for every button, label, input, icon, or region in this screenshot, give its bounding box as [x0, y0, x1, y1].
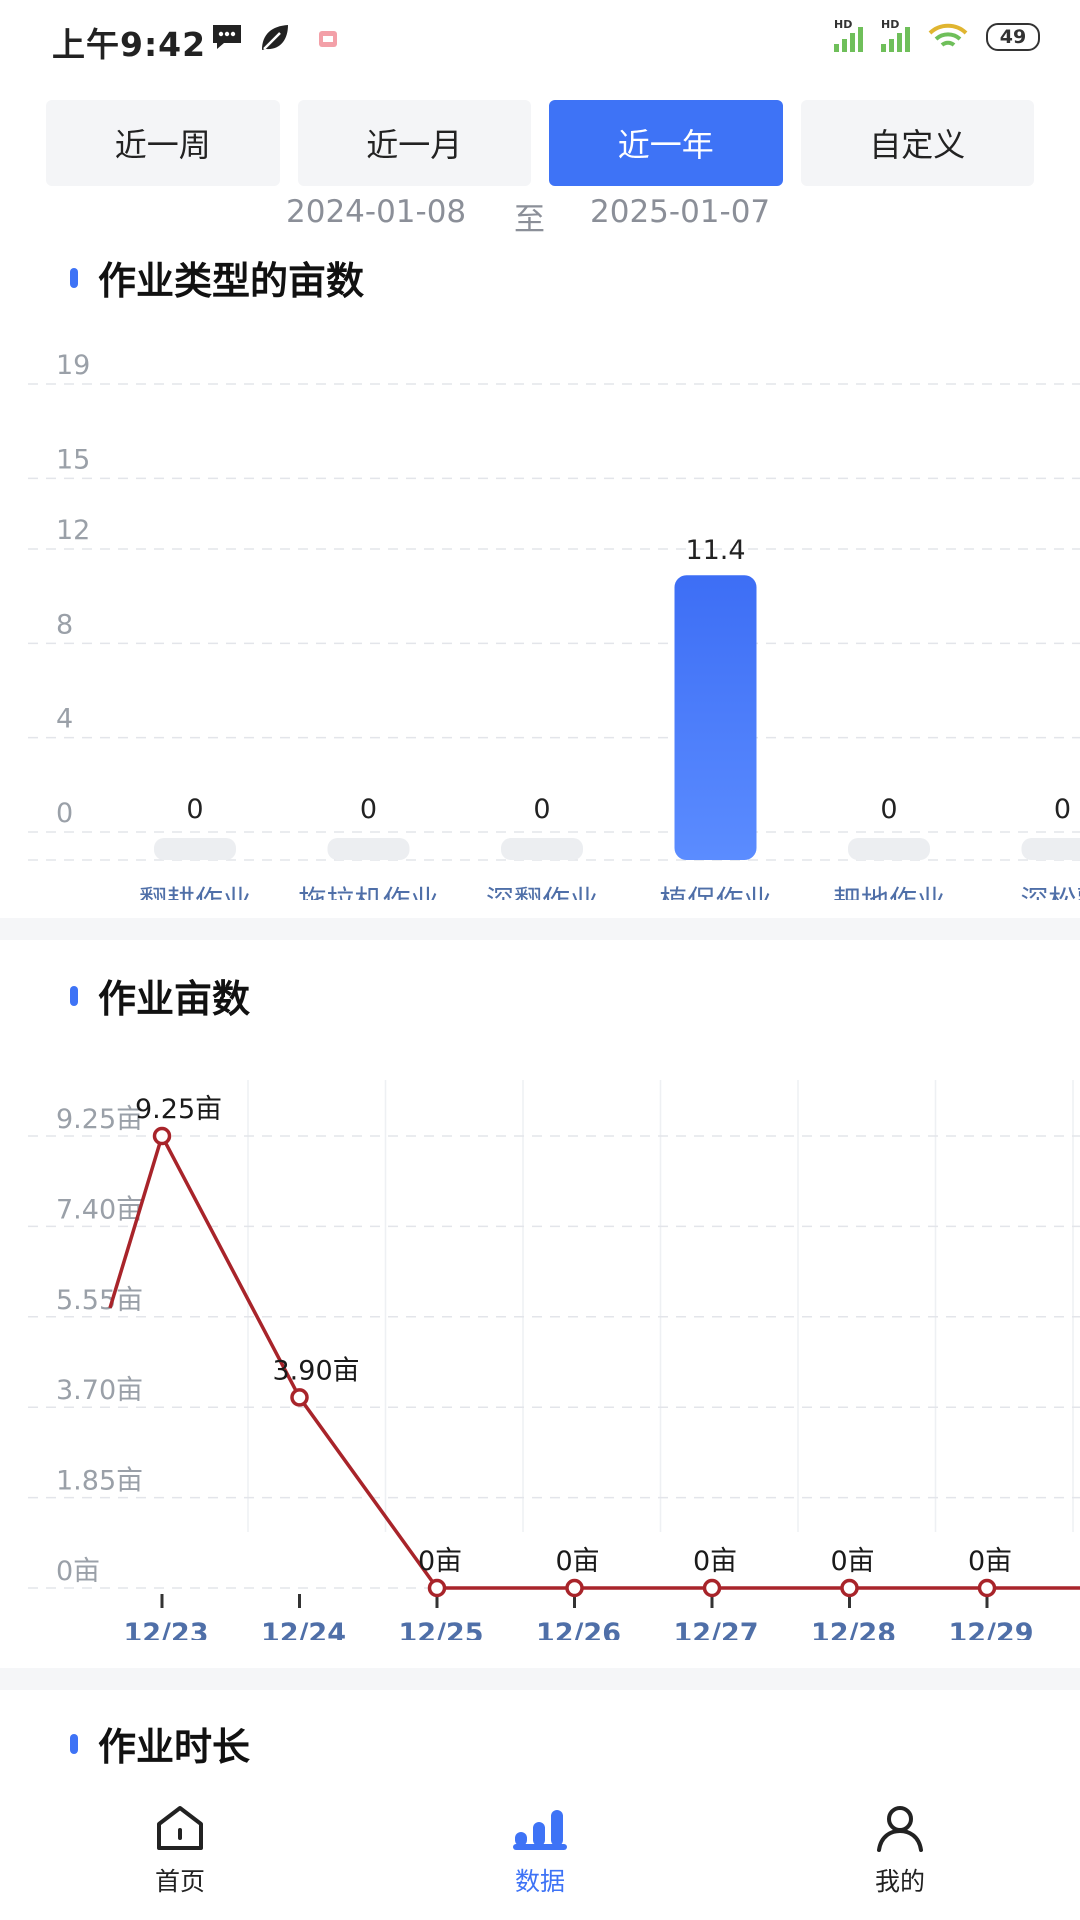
- bar-value-label: 0: [360, 794, 377, 825]
- data-point-label: 0亩: [831, 1546, 875, 1577]
- bar-placeholder: [327, 838, 410, 860]
- nav-mine-label: 我的: [874, 1867, 925, 1896]
- y-tick-label: 3.70亩: [56, 1375, 143, 1406]
- data-point: [840, 1578, 859, 1598]
- notification-icon: [319, 31, 337, 47]
- signal-icon-2: HD: [881, 18, 910, 52]
- bar-placeholder: [1021, 838, 1080, 860]
- x-tick-label: 12/25: [398, 1618, 483, 1640]
- nav-mine[interactable]: 我的: [820, 1804, 980, 1898]
- wifi-icon: [928, 23, 968, 47]
- bar-value-label: 0: [533, 794, 550, 825]
- home-icon: [157, 1806, 203, 1850]
- bar-placeholder: [848, 838, 930, 860]
- date-range-start[interactable]: 2024-01-08: [286, 194, 466, 230]
- date-range-end[interactable]: 2025-01-07: [590, 194, 770, 230]
- y-tick-label: 5.55亩: [56, 1285, 143, 1316]
- section-title-acreage-trend: 作业亩数: [72, 968, 250, 1023]
- line-chart: 0亩 1.85亩 3.70亩 5.55亩 7.40亩 9.25亩9.25亩 12/23 3.9…: [28, 1080, 1080, 1640]
- data-point-label: 3.90亩: [273, 1355, 360, 1386]
- x-tick-label: 12/23: [123, 1618, 208, 1640]
- x-tick-label: 12/28: [811, 1618, 896, 1640]
- y-tick-label: 4: [56, 704, 73, 735]
- data-point-label: 0亩: [968, 1546, 1012, 1577]
- x-category-label: 耙地作业: [833, 884, 945, 900]
- nav-home[interactable]: 首页: [100, 1804, 260, 1898]
- date-range-separator: 至: [514, 202, 545, 238]
- bar: [674, 575, 757, 860]
- x-category-label: 深松整: [1020, 884, 1080, 900]
- nav-data-label: 数据: [514, 1867, 565, 1896]
- bar-placeholder: [154, 838, 236, 860]
- x-category-label: 翻耕作业: [139, 884, 251, 900]
- data-point-label: 0亩: [556, 1546, 600, 1577]
- person-icon: [877, 1806, 923, 1852]
- nav-home-label: 首页: [154, 1867, 205, 1896]
- bar-value-label: 0: [880, 794, 897, 825]
- tab-month[interactable]: 近一月: [297, 100, 531, 186]
- leaf-icon: [262, 25, 288, 50]
- y-tick-label: 15: [56, 444, 90, 475]
- section-divider: [0, 918, 1080, 940]
- nav-data[interactable]: 数据: [460, 1804, 620, 1898]
- section-divider: [0, 1668, 1080, 1690]
- y-tick-label: 8: [56, 609, 73, 640]
- data-point-label: 9.25亩: [135, 1094, 222, 1125]
- x-tick-label: 12/29: [948, 1618, 1033, 1640]
- signal-icon-1: HD: [834, 18, 863, 52]
- data-point: [290, 1388, 309, 1407]
- y-tick-label: 0亩: [56, 1556, 100, 1587]
- x-tick-label: 12/27: [673, 1618, 758, 1640]
- y-tick-label: 1.85亩: [56, 1466, 143, 1497]
- y-tick-label: 12: [56, 515, 90, 546]
- x-category-label: 植保作业: [659, 884, 771, 900]
- bar-value-label: 11.4: [685, 535, 745, 566]
- x-category-label: 拖拉机作业: [298, 884, 438, 900]
- tab-week[interactable]: 近一周: [46, 100, 280, 186]
- bar-value-label: 0: [186, 794, 203, 825]
- bar-value-label: 0: [1054, 794, 1071, 825]
- x-tick-label: 12/26: [536, 1618, 621, 1640]
- data-point-label: 0亩: [418, 1546, 462, 1577]
- data-point-label: 0亩: [693, 1546, 737, 1577]
- data-point: [702, 1578, 722, 1598]
- section-title-acreage-by-type: 作业类型的亩数: [72, 250, 364, 305]
- bar-placeholder: [501, 838, 583, 860]
- x-category-label: 深翻作业: [486, 884, 598, 900]
- y-tick-label: 9.25亩: [56, 1104, 143, 1135]
- period-tabs: 近一周 近一月 近一年 自定义: [46, 100, 1034, 186]
- data-point: [152, 1126, 172, 1146]
- data-point: [977, 1578, 997, 1598]
- bar-chart-icon: [513, 1810, 567, 1850]
- y-tick-label: 19: [56, 350, 90, 381]
- data-point: [565, 1578, 584, 1598]
- bar-chart: 0 4 8 12 15 19 0 翻耕作业 0 拖拉机作业 0 深翻作业 11.4 植保作业 0 耙地作业 0 深…: [28, 350, 1080, 900]
- bottom-nav: 首页 数据 我的: [0, 1790, 1080, 1920]
- status-bar: 上午9:42 HD HD 49: [0, 0, 1080, 80]
- battery-indicator: 49: [986, 23, 1040, 51]
- tab-year[interactable]: 近一年: [549, 100, 783, 186]
- tab-custom[interactable]: 自定义: [800, 100, 1034, 186]
- y-tick-label: 7.40亩: [56, 1194, 143, 1225]
- y-tick-label: 0: [56, 798, 73, 829]
- data-point: [427, 1578, 447, 1598]
- message-icon: [213, 25, 241, 49]
- status-time: 上午9:42: [52, 25, 207, 64]
- x-tick-label: 12/24: [261, 1618, 346, 1640]
- section-title-duration: 作业时长: [72, 1716, 250, 1771]
- date-range: 2024-01-08 至 2025-01-07: [0, 194, 1080, 238]
